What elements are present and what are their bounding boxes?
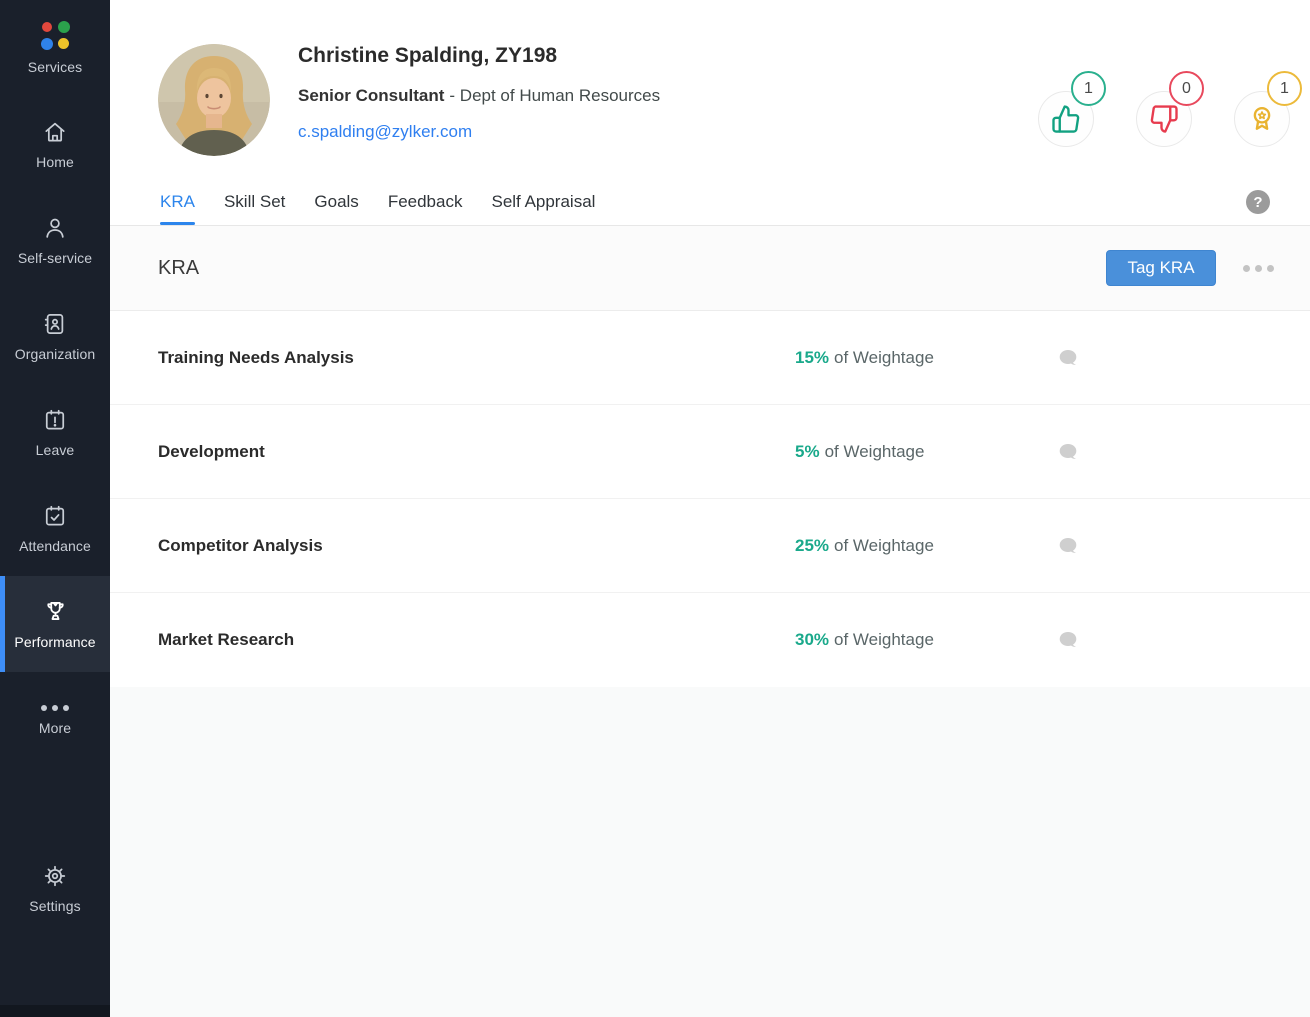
kra-name: Market Research	[158, 630, 294, 650]
employee-identity: Christine Spalding, ZY198 Senior Consult…	[298, 44, 660, 142]
gear-icon	[42, 863, 68, 889]
kra-weightage: 15% of Weightage	[795, 348, 934, 368]
kra-name: Training Needs Analysis	[158, 348, 354, 368]
more-options-icon[interactable]	[1243, 259, 1274, 278]
sidebar-item-services[interactable]: Services	[0, 0, 110, 96]
weightage-suffix: of Weightage	[825, 442, 925, 461]
sidebar-item-label: More	[39, 720, 71, 736]
sidebar-item-leave[interactable]: Leave	[0, 384, 110, 480]
apps-dots-icon	[41, 21, 70, 50]
comment-icon[interactable]	[1058, 348, 1080, 368]
app-window: Services Home Self-service	[0, 0, 1310, 1017]
ellipsis-icon	[41, 705, 69, 711]
kra-percent: 30%	[795, 630, 829, 649]
award-count: 1	[1267, 71, 1302, 106]
sidebar-item-label: Attendance	[19, 538, 91, 554]
tab-self-appraisal[interactable]: Self Appraisal	[491, 178, 595, 225]
sidebar-item-performance[interactable]: Performance	[0, 576, 110, 672]
trophy-icon	[42, 598, 69, 625]
kra-section-header: KRA Tag KRA	[110, 226, 1310, 311]
profile-header: Christine Spalding, ZY198 Senior Consult…	[110, 0, 1310, 178]
kra-weightage: 25% of Weightage	[795, 536, 934, 556]
kra-percent: 5%	[795, 442, 820, 461]
content-background	[110, 687, 1310, 1017]
employee-role: Senior Consultant	[298, 86, 444, 105]
sidebar-item-more[interactable]: More	[0, 672, 110, 768]
award-badge[interactable]: 1	[1234, 91, 1290, 147]
comment-icon[interactable]	[1058, 536, 1080, 556]
kra-row: Market Research 30% of Weightage	[110, 593, 1310, 687]
org-directory-icon	[42, 311, 68, 337]
kra-name: Competitor Analysis	[158, 536, 323, 556]
tab-bar: KRA Skill Set Goals Feedback Self Apprai…	[110, 178, 1310, 226]
kra-row: Development 5% of Weightage	[110, 405, 1310, 499]
tag-kra-button[interactable]: Tag KRA	[1106, 250, 1216, 286]
sidebar-item-label: Settings	[29, 898, 80, 914]
comment-icon[interactable]	[1058, 630, 1080, 650]
sidebar-item-settings[interactable]: Settings	[0, 840, 110, 936]
sidebar-item-home[interactable]: Home	[0, 96, 110, 192]
sidebar-item-label: Services	[28, 59, 82, 75]
weightage-suffix: of Weightage	[834, 630, 934, 649]
kra-name: Development	[158, 442, 265, 462]
comment-icon[interactable]	[1058, 442, 1080, 462]
sidebar-item-self-service[interactable]: Self-service	[0, 192, 110, 288]
sidebar-item-organization[interactable]: Organization	[0, 288, 110, 384]
feedback-badges: 1 0	[1038, 91, 1290, 147]
kra-heading: KRA	[158, 257, 199, 280]
tab-skill-set[interactable]: Skill Set	[224, 178, 285, 225]
kra-weightage: 30% of Weightage	[795, 630, 934, 650]
kra-weightage: 5% of Weightage	[795, 442, 924, 462]
sidebar-item-label: Organization	[15, 346, 96, 362]
thumbs-down-count: 0	[1169, 71, 1204, 106]
weightage-suffix: of Weightage	[834, 536, 934, 555]
main-content: Christine Spalding, ZY198 Senior Consult…	[110, 0, 1310, 1017]
employee-name: Christine Spalding, ZY198	[298, 44, 660, 68]
sidebar-item-label: Leave	[36, 442, 75, 458]
calendar-exclaim-icon	[42, 407, 68, 433]
tab-kra[interactable]: KRA	[160, 178, 195, 225]
thumbs-up-count: 1	[1071, 71, 1106, 106]
weightage-suffix: of Weightage	[834, 348, 934, 367]
employee-dept: - Dept of Human Resources	[449, 86, 660, 105]
kra-row: Competitor Analysis 25% of Weightage	[110, 499, 1310, 593]
employee-title: Senior Consultant - Dept of Human Resourc…	[298, 86, 660, 106]
thumbs-up-badge[interactable]: 1	[1038, 91, 1094, 147]
person-icon	[42, 215, 68, 241]
thumbs-down-badge[interactable]: 0	[1136, 91, 1192, 147]
calendar-check-icon	[42, 503, 68, 529]
sidebar-item-label: Home	[36, 154, 74, 170]
kra-list: Training Needs Analysis 15%of Weightage …	[110, 311, 1310, 687]
avatar	[158, 44, 270, 156]
tab-feedback[interactable]: Feedback	[388, 178, 463, 225]
sidebar: Services Home Self-service	[0, 0, 110, 1017]
sidebar-item-label: Self-service	[18, 250, 92, 266]
employee-email-link[interactable]: c.spalding@zylker.com	[298, 122, 472, 142]
sidebar-item-attendance[interactable]: Attendance	[0, 480, 110, 576]
sidebar-footer-strip	[0, 1005, 110, 1017]
kra-percent: 25%	[795, 536, 829, 555]
kra-row: Training Needs Analysis 15% of Weightage	[110, 311, 1310, 405]
kra-percent: 15%	[795, 348, 829, 367]
help-icon[interactable]: ?	[1246, 190, 1270, 214]
tab-goals[interactable]: Goals	[314, 178, 358, 225]
sidebar-item-label: Performance	[14, 634, 95, 650]
home-icon	[42, 119, 68, 145]
